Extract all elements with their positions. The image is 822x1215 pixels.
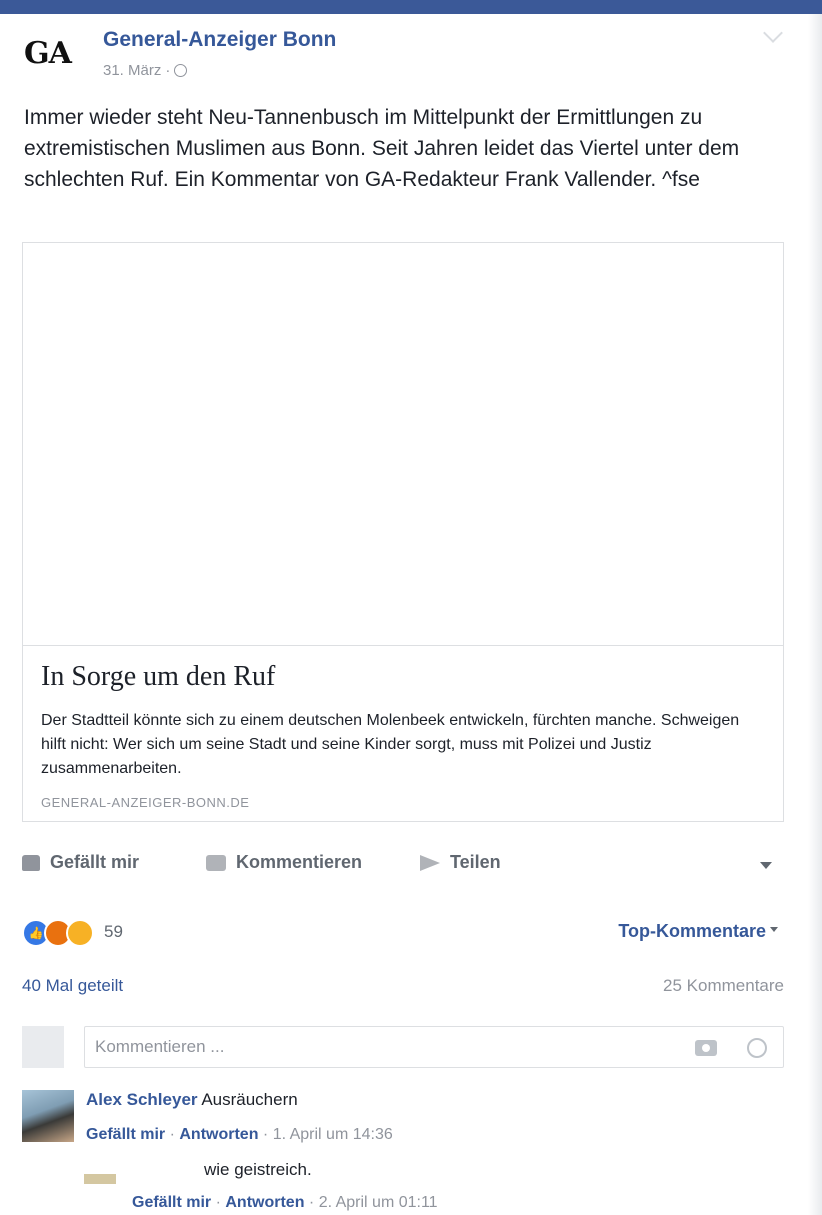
more-options-caret-icon[interactable] (760, 862, 772, 869)
comment-button[interactable]: Kommentieren (206, 852, 362, 873)
comment-input[interactable]: Kommentieren ... (95, 1037, 224, 1057)
link-preview-card[interactable]: In Sorge um den Ruf Der Stadtteil könnte… (22, 242, 784, 822)
comment-composer[interactable]: Kommentieren ... (84, 1026, 784, 1068)
comment-icon (206, 854, 226, 871)
comment-author[interactable]: Alex Schleyer (86, 1090, 198, 1109)
link-preview-image[interactable] (23, 243, 783, 646)
reply-avatar[interactable] (84, 1174, 116, 1184)
comment-body: Alex Schleyer Ausräuchern (86, 1090, 298, 1110)
page-edge (808, 14, 822, 1215)
page-name-link[interactable]: General-Anzeiger Bonn (103, 28, 336, 52)
share-button[interactable]: Teilen (420, 852, 501, 873)
comment-label: Kommentieren (236, 852, 363, 872)
reply-meta: Gefällt mir · Antworten · 2. April um 01… (132, 1194, 438, 1211)
reaction-count[interactable]: 59 (104, 922, 123, 942)
composer-avatar (22, 1026, 64, 1068)
chevron-down-icon[interactable] (763, 23, 783, 43)
top-blue-bar (0, 0, 822, 14)
reaction-icons[interactable]: 👍 (22, 919, 94, 947)
meta-separator: · (165, 62, 171, 79)
comment-like-link[interactable]: Gefällt mir (86, 1126, 165, 1143)
comment-sort-dropdown[interactable]: Top-Kommentare (618, 921, 778, 942)
link-title[interactable]: In Sorge um den Ruf (41, 661, 275, 693)
link-domain: GENERAL-ANZEIGER-BONN.DE (41, 795, 250, 810)
reply-text: wie geistreich. (204, 1160, 312, 1179)
thumbs-up-icon (22, 854, 40, 871)
globe-icon (174, 64, 188, 77)
comments-count[interactable]: 25 Kommentare (663, 976, 784, 996)
comment-meta: Gefällt mir · Antworten · 1. April um 14… (86, 1126, 393, 1143)
like-button[interactable]: Gefällt mir (22, 852, 139, 873)
share-label: Teilen (450, 852, 501, 872)
caret-down-icon (770, 927, 778, 932)
avatar[interactable] (22, 1090, 74, 1142)
like-label: Gefällt mir (50, 852, 140, 872)
reply-time[interactable]: 2. April um 01:11 (319, 1194, 438, 1211)
stats-row: 40 Mal geteilt 25 Kommentare (22, 976, 784, 1002)
post-meta: 31. März · (103, 62, 188, 79)
action-bar: Gefällt mir Kommentieren Teilen (22, 852, 784, 892)
link-description: Der Stadtteil könnte sich zu einem deuts… (41, 712, 740, 777)
reactions-row: 👍 59 Top-Kommentare (22, 919, 784, 949)
post-text: Immer wieder steht Neu-Tannenbusch im Mi… (24, 106, 740, 191)
page-logo[interactable]: GA (24, 36, 72, 71)
shares-count-link[interactable]: 40 Mal geteilt (22, 976, 123, 996)
comment-time[interactable]: 1. April um 14:36 (273, 1126, 393, 1143)
facebook-post: GA General-Anzeiger Bonn 31. März · Imme… (0, 14, 808, 1215)
share-arrow-icon (420, 854, 440, 871)
comment-text: Ausräuchern (201, 1090, 298, 1109)
post-date[interactable]: 31. März (103, 62, 161, 79)
comment-reply-link[interactable]: Antworten (179, 1126, 258, 1143)
camera-icon[interactable] (695, 1040, 717, 1056)
reply-like-link[interactable]: Gefällt mir (132, 1194, 211, 1211)
reply-reply-link[interactable]: Antworten (225, 1194, 304, 1211)
sad-reaction-icon (66, 919, 94, 947)
emoji-icon[interactable] (747, 1038, 767, 1058)
comment-sort-label: Top-Kommentare (618, 921, 766, 941)
